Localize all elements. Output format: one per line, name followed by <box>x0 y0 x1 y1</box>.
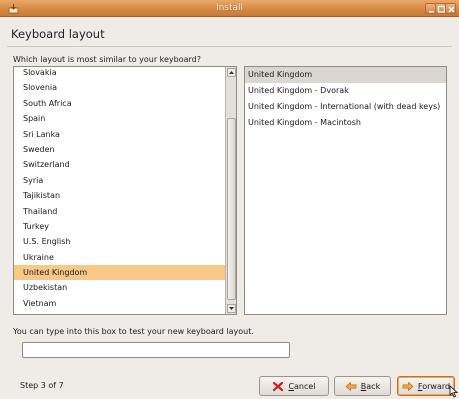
back-button[interactable]: Back <box>334 376 391 396</box>
test-hint: You can type into this box to test your … <box>13 327 254 336</box>
cancel-icon <box>272 381 284 392</box>
cancel-label: Cancel <box>288 381 316 391</box>
layout-list-item[interactable]: Tajikistan <box>14 188 225 203</box>
layout-list-item[interactable]: Vietnam <box>14 296 225 311</box>
scrollbar-thumb[interactable] <box>227 117 236 300</box>
scroll-down-arrow-icon[interactable] <box>227 304 236 313</box>
title-bar[interactable]: Install <box>0 0 459 17</box>
layout-list-item[interactable]: U.S. English <box>14 234 225 249</box>
layout-list-item[interactable]: Thailand <box>14 204 225 219</box>
layout-question: Which layout is most similar to your key… <box>13 55 202 64</box>
cancel-button[interactable]: Cancel <box>259 376 329 396</box>
layout-list-item[interactable]: South Africa <box>14 96 225 111</box>
layout-list-item[interactable]: Syria <box>14 173 225 188</box>
heading-divider <box>7 46 452 47</box>
variant-list-item[interactable]: United Kingdom - Dvorak <box>245 83 446 99</box>
layout-list-item[interactable]: Uzbekistan <box>14 280 225 295</box>
layout-list-item[interactable]: Slovakia <box>14 67 225 80</box>
forward-label: Forward <box>417 381 451 391</box>
variant-list-item-selected[interactable]: United Kingdom <box>245 67 446 83</box>
forward-arrow-icon <box>402 381 414 392</box>
close-button[interactable] <box>445 3 456 14</box>
layout-list-item[interactable]: Sweden <box>14 142 225 157</box>
variant-list-item[interactable]: United Kingdom - Macintosh <box>245 115 446 131</box>
layout-list-item[interactable]: Sri Lanka <box>14 127 225 142</box>
layout-list[interactable]: Slovakia Slovenia South Africa Spain Sri Lan… <box>13 66 237 315</box>
scroll-up-arrow-icon[interactable] <box>227 68 236 77</box>
page-heading: Keyboard layout <box>11 27 105 41</box>
window-title: Install <box>215 3 244 13</box>
back-label: Back <box>360 381 381 391</box>
layout-list-item[interactable]: Ukraine <box>14 250 225 265</box>
step-indicator: Step 3 of 7 <box>20 381 64 390</box>
forward-button[interactable]: Forward <box>397 376 455 396</box>
layout-list-scrollbar[interactable] <box>225 67 236 314</box>
mouse-pointer-icon <box>449 385 458 398</box>
variant-list[interactable]: United Kingdom United Kingdom - Dvorak Uni… <box>244 66 447 315</box>
variant-list-item[interactable]: United Kingdom - International (with dea… <box>245 99 446 115</box>
back-arrow-icon <box>345 381 357 392</box>
variant-rows: United Kingdom United Kingdom - Dvorak Uni… <box>245 67 446 131</box>
layout-rows: Slovakia Slovenia South Africa Spain Sri Lan… <box>14 67 225 311</box>
layout-list-item[interactable]: Slovenia <box>14 80 225 95</box>
layout-list-item[interactable]: Turkey <box>14 219 225 234</box>
layout-list-item[interactable]: Switzerland <box>14 157 225 172</box>
layout-list-item[interactable]: Spain <box>14 111 225 126</box>
keyboard-test-input[interactable] <box>22 342 290 358</box>
layout-list-item-selected[interactable]: United Kingdom <box>14 265 225 281</box>
